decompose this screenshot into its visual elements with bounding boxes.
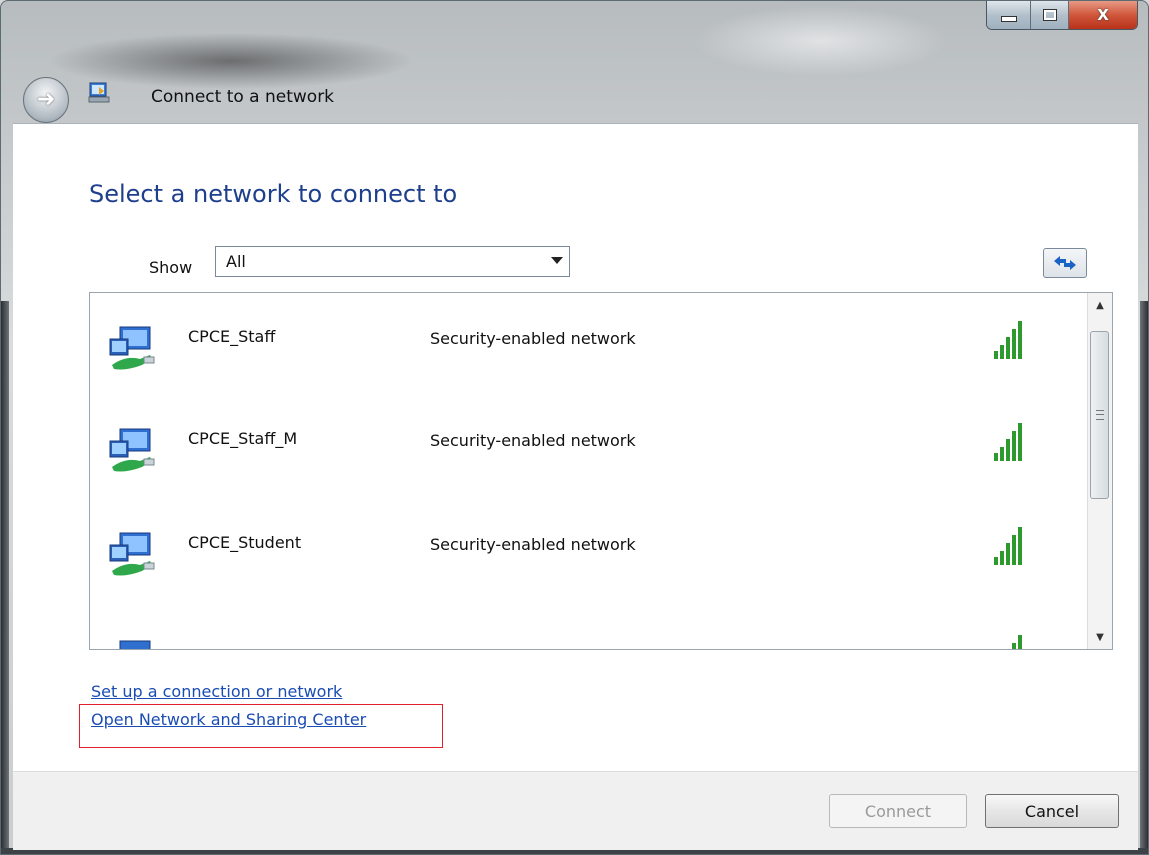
close-icon: X [1097,6,1109,24]
wireless-network-icon [119,640,151,649]
maximize-icon [1042,9,1057,21]
network-name: CPCE_Staff_M [188,429,298,448]
cancel-button[interactable]: Cancel [985,794,1119,828]
network-security: Security-enabled network [430,329,636,348]
show-filter-value: All [226,252,246,271]
minimize-button[interactable] [987,1,1031,29]
wireless-network-icon [109,428,155,472]
highlight-annotation-box [79,704,443,748]
dialog-window: X ➜ Connect to a network Select a networ… [0,0,1149,855]
minimize-icon [1000,16,1017,22]
network-security: Security-enabled network [430,431,636,450]
network-item[interactable]: CPCE_Staff_M Security-enabled network [90,409,1066,489]
network-wizard-icon [88,82,110,103]
scroll-grip-icon [1096,410,1104,420]
refresh-icon [1054,256,1076,270]
show-filter-dropdown[interactable]: All [215,246,570,277]
back-button[interactable]: ➜ [23,77,69,123]
signal-strength-icon [994,321,1022,359]
wireless-network-icon [109,532,155,576]
content-area: Select a network to connect to Show All [13,123,1138,772]
window-left-edge [1,301,9,854]
refresh-button[interactable] [1043,248,1087,278]
network-item[interactable]: CPCE_Student Security-enabled network [90,513,1066,593]
network-security: Security-enabled network [430,535,636,554]
window-right-edge [1140,301,1148,854]
signal-strength-icon [994,527,1022,565]
page-title: Select a network to connect to [89,180,458,208]
show-label: Show [149,258,193,277]
dialog-footer: Connect Cancel [13,771,1138,850]
signal-strength-icon [1012,635,1022,649]
network-item-partial[interactable] [90,621,1066,649]
network-name: CPCE_Staff [188,327,276,346]
close-button[interactable]: X [1069,1,1137,29]
maximize-button[interactable] [1031,1,1069,29]
network-name: CPCE_Student [188,533,302,552]
back-arrow-icon: ➜ [36,87,56,112]
network-list[interactable]: CPCE_Staff Security-enabled network CPCE… [89,292,1113,650]
connect-button[interactable]: Connect [829,794,967,828]
caption-buttons: X [986,1,1138,30]
scroll-thumb[interactable] [1090,331,1109,499]
chevron-down-icon [551,257,563,264]
scroll-up-button[interactable]: ▲ [1088,293,1112,317]
window-title: Connect to a network [151,87,335,107]
network-item[interactable]: CPCE_Staff Security-enabled network [90,307,1066,387]
wireless-network-icon [109,326,155,370]
scroll-down-button[interactable]: ▼ [1088,625,1112,649]
signal-strength-icon [994,423,1022,461]
setup-connection-link[interactable]: Set up a connection or network [91,682,342,701]
vertical-scrollbar[interactable]: ▲ ▼ [1087,293,1112,649]
